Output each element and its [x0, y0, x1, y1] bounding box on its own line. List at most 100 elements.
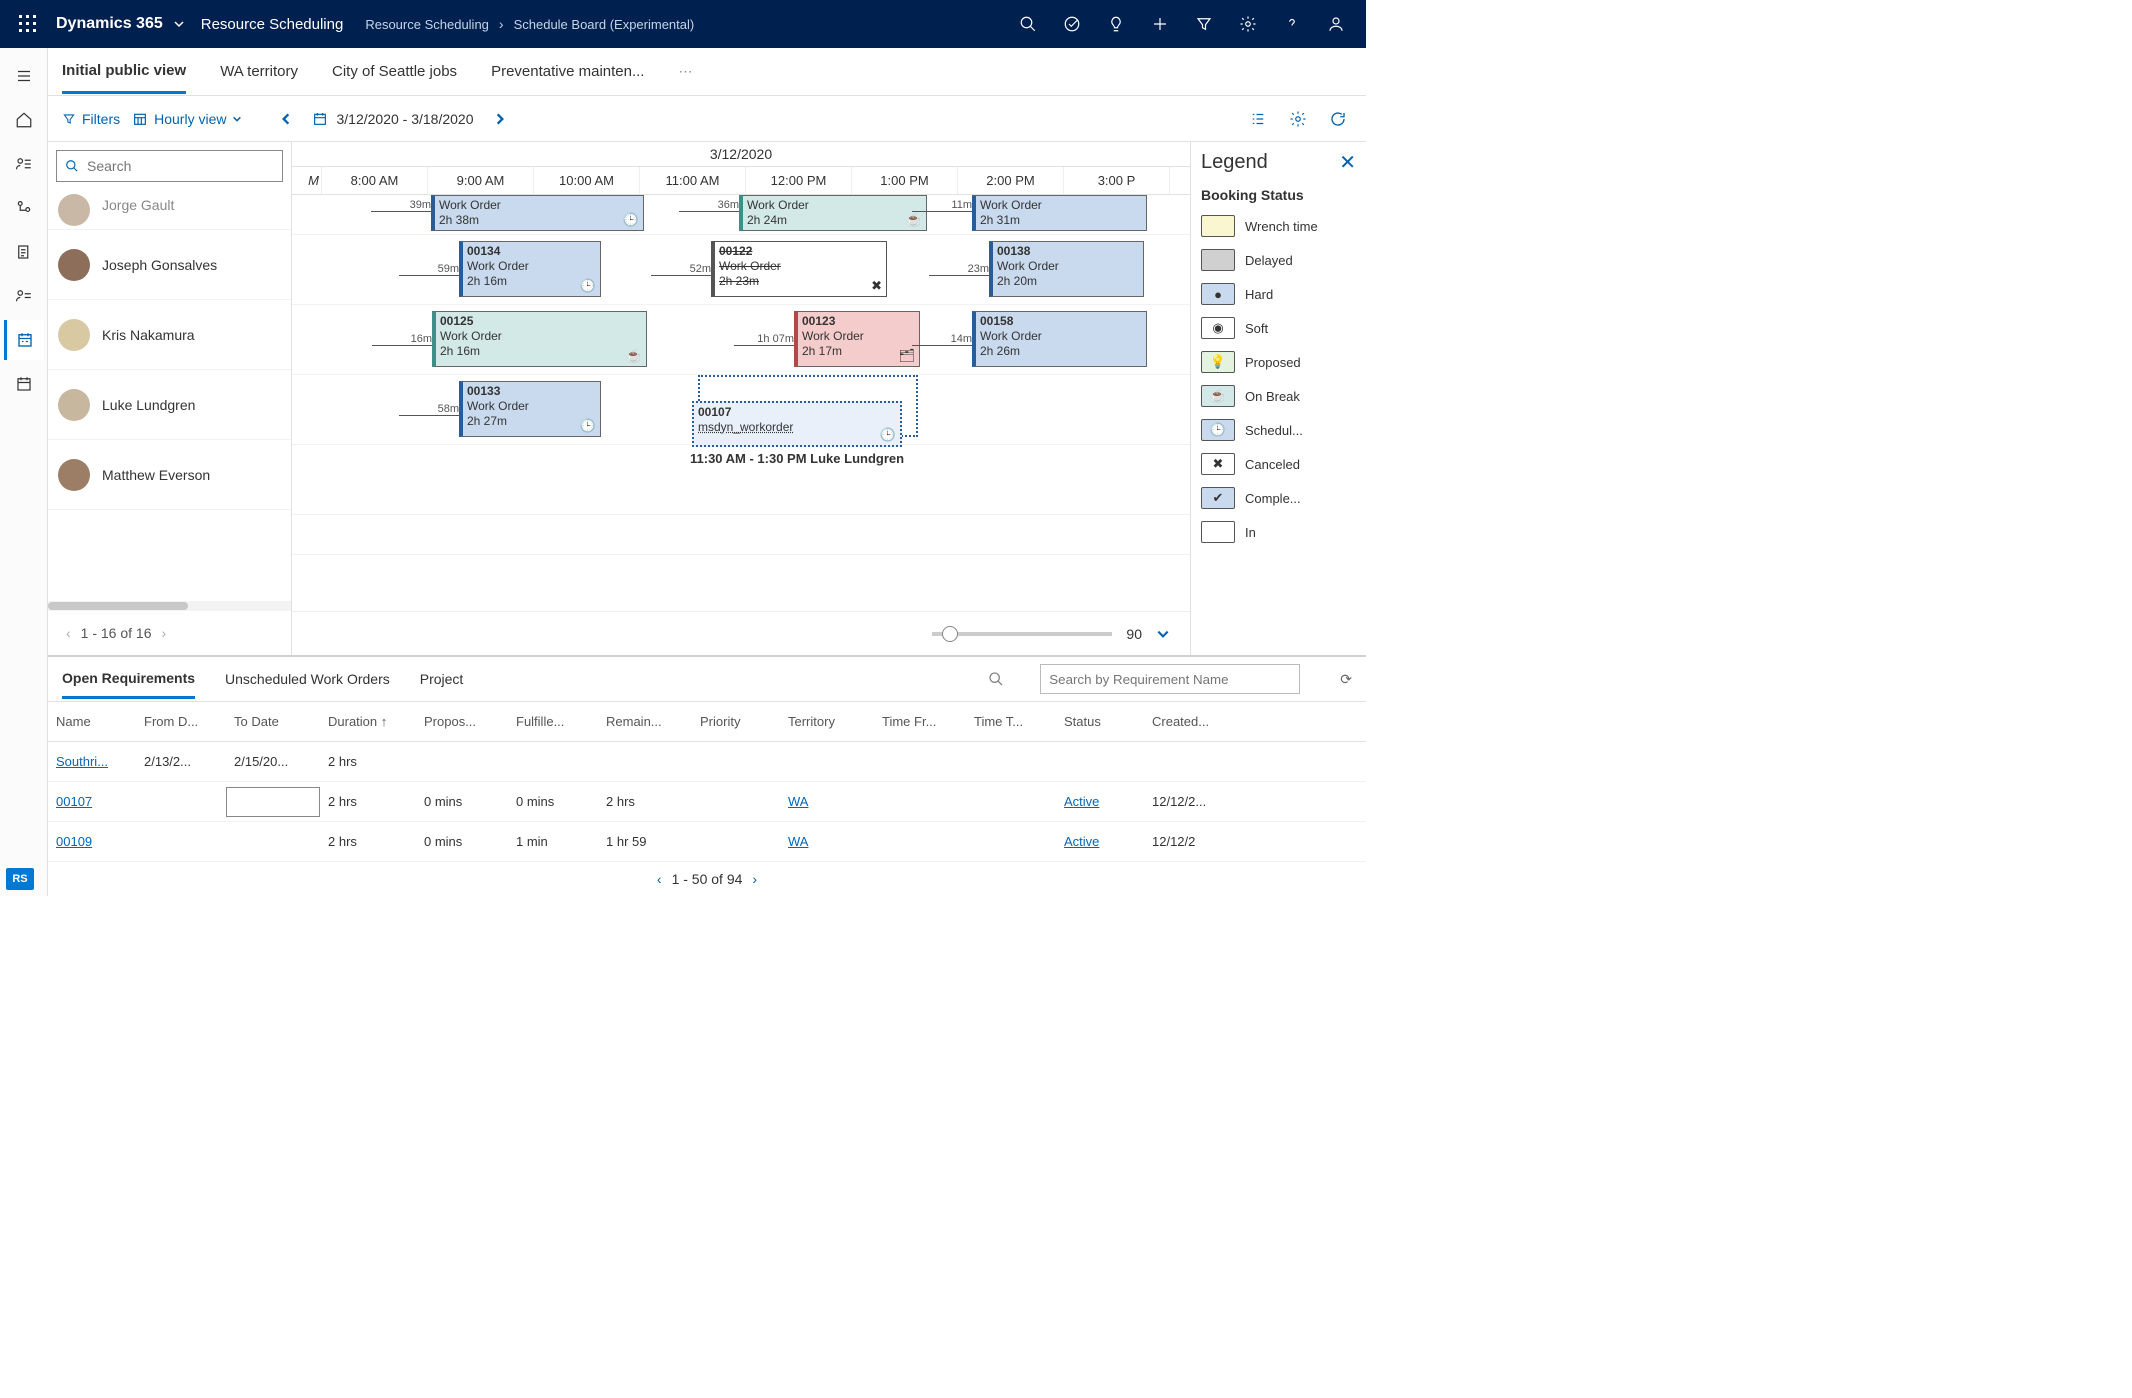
date-range-picker[interactable]: 3/12/2020 - 3/18/2020: [312, 111, 473, 127]
lightbulb-icon[interactable]: [1094, 2, 1138, 46]
requirement-row[interactable]: Southri...2/13/2...2/15/20...2 hrs: [48, 742, 1366, 782]
pager-next-button[interactable]: ›: [162, 625, 167, 641]
req-col-header[interactable]: Duration ↑: [320, 714, 416, 729]
resource-row[interactable]: Joseph Gonsalves: [48, 230, 291, 300]
requirement-row[interactable]: 001072 hrs0 mins0 mins2 hrsWAActive12/12…: [48, 782, 1366, 822]
tab-wa-territory[interactable]: WA territory: [220, 51, 298, 92]
requirement-search-input[interactable]: [1049, 672, 1291, 687]
req-pager-next-button[interactable]: ›: [752, 871, 757, 887]
refresh-icon[interactable]: [1324, 105, 1352, 133]
req-cell[interactable]: 00107: [48, 794, 136, 809]
brand-title[interactable]: Dynamics 365: [48, 15, 167, 33]
resource-row[interactable]: Kris Nakamura: [48, 300, 291, 370]
req-pager-prev-button[interactable]: ‹: [657, 871, 662, 887]
people-list-icon[interactable]: [4, 144, 44, 184]
resource-horizontal-scrollbar[interactable]: [48, 601, 291, 611]
tab-overflow-icon[interactable]: ⋯: [678, 63, 692, 80]
pager-prev-button[interactable]: ‹: [66, 625, 71, 641]
resource-search[interactable]: [56, 150, 283, 182]
calendar-icon[interactable]: [4, 364, 44, 404]
req-col-header[interactable]: Territory: [780, 714, 874, 729]
req-cell[interactable]: WA: [780, 794, 874, 809]
req-col-header[interactable]: Priority: [692, 714, 780, 729]
grid-row[interactable]: 39mWork Order2h 38m🕒36mWork Order2h 24m☕…: [292, 195, 1190, 235]
people-tree-icon[interactable]: [4, 188, 44, 228]
filters-button[interactable]: Filters: [62, 111, 120, 127]
req-cell[interactable]: 00109: [48, 834, 136, 849]
area-switcher-badge[interactable]: RS: [6, 868, 34, 890]
board-settings-icon[interactable]: [1284, 105, 1312, 133]
add-icon[interactable]: [1138, 2, 1182, 46]
booking-card[interactable]: 00133Work Order2h 27m🕒: [459, 381, 601, 437]
bottom-refresh-icon[interactable]: ⟳: [1340, 671, 1352, 688]
booking-card[interactable]: 00158Work Order2h 26m: [972, 311, 1147, 367]
requirement-search[interactable]: [1040, 664, 1300, 694]
home-icon[interactable]: [4, 100, 44, 140]
booking-card[interactable]: 00134Work Order2h 16m🕒: [459, 241, 601, 297]
zoom-chevron-icon[interactable]: [1156, 627, 1170, 641]
req-col-header[interactable]: Remain...: [598, 714, 692, 729]
schedule-board-icon[interactable]: [4, 320, 44, 360]
grid-row[interactable]: 58m00133Work Order2h 27m🕒00107msdyn_work…: [292, 375, 1190, 445]
resource-row[interactable]: Jorge Gault: [48, 190, 291, 230]
booking-card[interactable]: Work Order2h 31m: [972, 195, 1147, 231]
req-cell: 0 mins: [416, 834, 508, 849]
bottom-tab-unscheduled-work-orders[interactable]: Unscheduled Work Orders: [225, 661, 390, 697]
app-launcher-icon[interactable]: [8, 4, 48, 44]
people-row-icon[interactable]: [4, 276, 44, 316]
req-col-header[interactable]: Name: [48, 714, 136, 729]
booking-card[interactable]: 00125Work Order2h 16m☕: [432, 311, 647, 367]
booking-card[interactable]: Work Order2h 24m☕: [739, 195, 927, 231]
req-col-header[interactable]: Created...: [1144, 714, 1240, 729]
legend-title: Legend: [1201, 151, 1268, 174]
req-col-header[interactable]: Propos...: [416, 714, 508, 729]
clipboard-list-icon[interactable]: [4, 232, 44, 272]
req-col-header[interactable]: From D...: [136, 714, 226, 729]
resource-search-input[interactable]: [87, 158, 274, 174]
resource-row[interactable]: Matthew Everson: [48, 440, 291, 510]
req-cell[interactable]: Southri...: [48, 754, 136, 769]
dragging-booking-card[interactable]: 00107msdyn_workorder🕒: [692, 401, 902, 447]
booking-card[interactable]: 00123Work Order2h 17m🗂: [794, 311, 920, 367]
view-mode-button[interactable]: Hourly view: [132, 111, 242, 127]
booking-card[interactable]: 00138Work Order2h 20m: [989, 241, 1144, 297]
grid-row[interactable]: 16m00125Work Order2h 16m☕1h 07m00123Work…: [292, 305, 1190, 375]
requirement-row[interactable]: 001092 hrs0 mins1 min1 hr 59WAActive12/1…: [48, 822, 1366, 862]
req-cell[interactable]: Active: [1056, 794, 1144, 809]
req-cell[interactable]: WA: [780, 834, 874, 849]
legend-label: On Break: [1245, 389, 1300, 404]
hamburger-icon[interactable]: [4, 56, 44, 96]
booking-card[interactable]: 00122Work Order2h 23m✖: [711, 241, 887, 297]
grid-row[interactable]: [292, 445, 1190, 515]
breadcrumb-1[interactable]: Resource Scheduling: [361, 17, 493, 32]
req-col-header[interactable]: Time Fr...: [874, 714, 966, 729]
search-icon[interactable]: [1006, 2, 1050, 46]
breadcrumb-2[interactable]: Schedule Board (Experimental): [510, 17, 699, 32]
grid-row[interactable]: 59m00134Work Order2h 16m🕒52m00122Work Or…: [292, 235, 1190, 305]
filter-funnel-icon[interactable]: [1182, 2, 1226, 46]
brand-chevron-icon[interactable]: [167, 18, 201, 30]
legend-close-icon[interactable]: ✕: [1339, 150, 1356, 175]
user-icon[interactable]: [1314, 2, 1358, 46]
bottom-tab-open-requirements[interactable]: Open Requirements: [62, 660, 195, 699]
booking-card[interactable]: Work Order2h 38m🕒: [431, 195, 644, 231]
tab-city-of-seattle[interactable]: City of Seattle jobs: [332, 51, 457, 92]
app-area-label[interactable]: Resource Scheduling: [201, 16, 362, 33]
help-icon[interactable]: [1270, 2, 1314, 46]
list-view-icon[interactable]: [1244, 105, 1272, 133]
req-cell[interactable]: Active: [1056, 834, 1144, 849]
bottom-tab-project[interactable]: Project: [420, 661, 464, 697]
bottom-search-icon[interactable]: [988, 671, 1004, 687]
req-col-header[interactable]: Fulfille...: [508, 714, 598, 729]
req-col-header[interactable]: Status: [1056, 714, 1144, 729]
tab-preventative-maint[interactable]: Preventative mainten...: [491, 51, 644, 92]
zoom-slider[interactable]: [932, 632, 1112, 636]
tab-initial-public-view[interactable]: Initial public view: [62, 50, 186, 94]
req-col-header[interactable]: Time T...: [966, 714, 1056, 729]
date-next-button[interactable]: [486, 105, 514, 133]
task-check-icon[interactable]: [1050, 2, 1094, 46]
date-prev-button[interactable]: [272, 105, 300, 133]
resource-row[interactable]: Luke Lundgren: [48, 370, 291, 440]
req-col-header[interactable]: To Date: [226, 714, 320, 729]
settings-gear-icon[interactable]: [1226, 2, 1270, 46]
